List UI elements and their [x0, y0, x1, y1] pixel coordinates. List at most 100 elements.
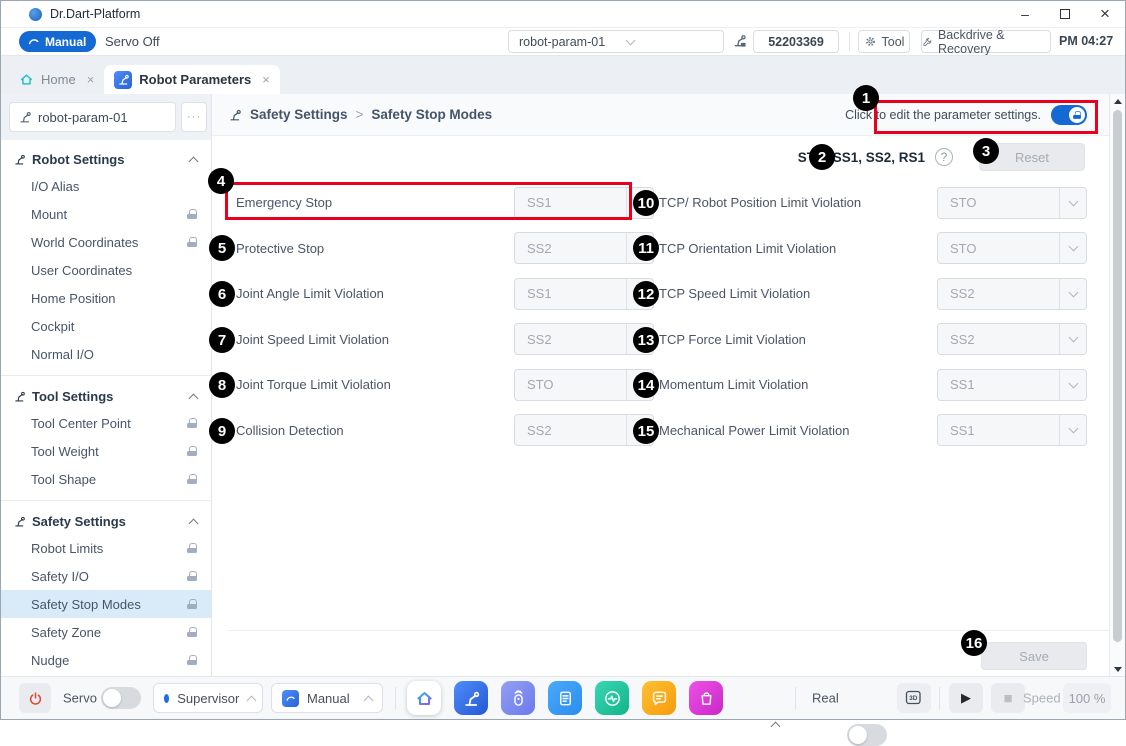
chevron-up-icon: [247, 694, 252, 702]
dock-home-app-icon[interactable]: [407, 681, 441, 715]
section-header-robot-settings[interactable]: Robot Settings: [1, 146, 211, 172]
close-button[interactable]: ×: [1085, 1, 1125, 27]
manual-mode-button[interactable]: Manual: [19, 31, 96, 52]
manual-mode-icon: [282, 690, 299, 707]
sidebar-item-home-position[interactable]: Home Position: [1, 284, 211, 312]
help-icon[interactable]: ?: [935, 148, 953, 166]
play-button[interactable]: ▶: [949, 683, 983, 713]
edit-parameters-toggle[interactable]: [1051, 105, 1087, 125]
tcp-position-select[interactable]: STO: [937, 187, 1087, 219]
dock-expand-chevron-icon[interactable]: [771, 720, 779, 728]
dock-message-app-icon[interactable]: [642, 681, 676, 715]
tab-home[interactable]: Home ×: [9, 65, 104, 94]
role-status-dot: [164, 694, 169, 703]
save-button[interactable]: Save: [981, 642, 1087, 670]
toolbar-divider: [849, 32, 850, 51]
dock-robot-parameters-app-icon[interactable]: [454, 681, 488, 715]
sidebar-item-io-alias[interactable]: I/O Alias: [1, 172, 211, 200]
sidebar-item-safety-io[interactable]: Safety I/O: [1, 562, 211, 590]
sidebar-item-safety-zone[interactable]: Safety Zone: [1, 618, 211, 646]
real-toggle[interactable]: [847, 724, 887, 746]
maximize-icon: [1060, 9, 1070, 19]
power-button[interactable]: [19, 683, 51, 713]
clock-text: PM 04:27: [1059, 34, 1113, 48]
dock-task-writer-app-icon[interactable]: [548, 681, 582, 715]
param-name-box[interactable]: robot-param-01: [9, 102, 176, 132]
chevron-up-icon[interactable]: [189, 392, 197, 400]
speed-value: 100 %: [1063, 683, 1111, 713]
status-bar: Servo Supervisor Manual Real 3D ▶ ■: [1, 676, 1125, 719]
window-titlebar: Dr.Dart-Platform – ×: [1, 1, 1125, 28]
sidebar-item-mount[interactable]: Mount: [1, 200, 211, 228]
tcp-force-select[interactable]: SS2: [937, 323, 1087, 355]
dock-store-app-icon[interactable]: [689, 681, 723, 715]
lock-icon: [187, 474, 197, 484]
reset-button[interactable]: Reset: [979, 143, 1085, 171]
mechanical-power-select[interactable]: SS1: [937, 414, 1087, 446]
maximize-button[interactable]: [1045, 1, 1085, 27]
3d-view-icon: 3D: [904, 689, 924, 707]
dock-monitoring-app-icon[interactable]: [595, 681, 629, 715]
sidebar-item-user-coordinates[interactable]: User Coordinates: [1, 256, 211, 284]
tab-close-icon[interactable]: ×: [262, 72, 270, 87]
joint-speed-select[interactable]: SS2: [514, 323, 654, 355]
tcp-orientation-select[interactable]: STO: [937, 232, 1087, 264]
chevron-down-icon: [1059, 370, 1086, 400]
sidebar-item-nudge[interactable]: Nudge: [1, 646, 211, 674]
vertical-scrollbar[interactable]: [1109, 94, 1125, 676]
chevron-down-icon: [1059, 279, 1086, 309]
tool-button[interactable]: Tool: [858, 30, 910, 53]
scrollbar-thumb[interactable]: [1113, 110, 1122, 642]
stop-button[interactable]: ■: [991, 683, 1025, 713]
minimize-button[interactable]: –: [1005, 1, 1045, 27]
3d-view-button[interactable]: 3D: [897, 683, 931, 713]
sidebar-item-tool-center-point[interactable]: Tool Center Point: [1, 409, 211, 437]
dock-teach-pendant-app-icon[interactable]: [501, 681, 535, 715]
robot-lock-icon: [732, 33, 747, 48]
breadcrumb-root[interactable]: Safety Settings: [250, 107, 348, 122]
breadcrumb-bar: Safety Settings > Safety Stop Modes Clic…: [212, 94, 1109, 136]
tab-robot-parameters[interactable]: Robot Parameters ×: [104, 65, 280, 94]
joint-torque-select[interactable]: STO: [514, 369, 654, 401]
emergency-stop-select[interactable]: SS1: [514, 187, 654, 219]
sidebar-item-tool-weight[interactable]: Tool Weight: [1, 437, 211, 465]
sidebar-item-cockpit[interactable]: Cockpit: [1, 312, 211, 340]
param-file-value: robot-param-01: [509, 35, 616, 49]
param-column-left: Emergency Stop SS1 Protective Stop SS2 J…: [236, 180, 654, 453]
breadcrumb-separator: >: [356, 107, 364, 122]
lock-icon: [187, 599, 197, 609]
chevron-down-icon: [626, 370, 653, 400]
param-row-tcp-force: TCP Force Limit Violation SS2: [659, 317, 1087, 363]
more-options-button[interactable]: ···: [181, 102, 207, 132]
joint-angle-select[interactable]: SS1: [514, 278, 654, 310]
backdrive-recovery-button[interactable]: Backdrive & Recovery: [921, 30, 1051, 53]
mode-select[interactable]: Manual: [271, 683, 383, 713]
chevron-up-icon[interactable]: [189, 517, 197, 525]
sidebar-item-world-coordinates[interactable]: World Coordinates: [1, 228, 211, 256]
param-row-tcp-position: TCP/ Robot Position Limit Violation STO: [659, 180, 1087, 226]
chevron-up-icon[interactable]: [189, 155, 197, 163]
scroll-up-arrow[interactable]: [1110, 94, 1125, 108]
section-header-tool-settings[interactable]: Tool Settings: [1, 383, 211, 409]
sidebar-item-normal-io[interactable]: Normal I/O: [1, 340, 211, 368]
sidebar-item-safety-stop-modes[interactable]: Safety Stop Modes: [1, 590, 211, 618]
collision-detection-select[interactable]: SS2: [514, 414, 654, 446]
chevron-down-icon: [626, 233, 653, 263]
tab-close-icon[interactable]: ×: [87, 72, 95, 87]
role-select[interactable]: Supervisor: [153, 683, 263, 713]
sidebar-item-tool-shape[interactable]: Tool Shape: [1, 465, 211, 493]
sidebar-section-tool-settings: Tool Settings Tool Center Point Tool Wei…: [1, 375, 211, 500]
param-name-label: robot-param-01: [38, 110, 128, 125]
tcp-speed-select[interactable]: SS2: [937, 278, 1087, 310]
section-header-safety-settings[interactable]: Safety Settings: [1, 508, 211, 534]
momentum-select[interactable]: SS1: [937, 369, 1087, 401]
param-file-select[interactable]: robot-param-01: [508, 30, 724, 53]
svg-text:3D: 3D: [909, 695, 918, 702]
servo-label: Servo: [63, 691, 97, 706]
scroll-down-arrow[interactable]: [1110, 662, 1125, 676]
main-area: robot-param-01 ··· Robot Settings I/O Al…: [1, 94, 1125, 676]
protective-stop-select[interactable]: SS2: [514, 232, 654, 264]
sidebar-item-robot-limits[interactable]: Robot Limits: [1, 534, 211, 562]
servo-toggle[interactable]: [101, 687, 141, 709]
manual-mode-label: Manual: [45, 35, 86, 49]
